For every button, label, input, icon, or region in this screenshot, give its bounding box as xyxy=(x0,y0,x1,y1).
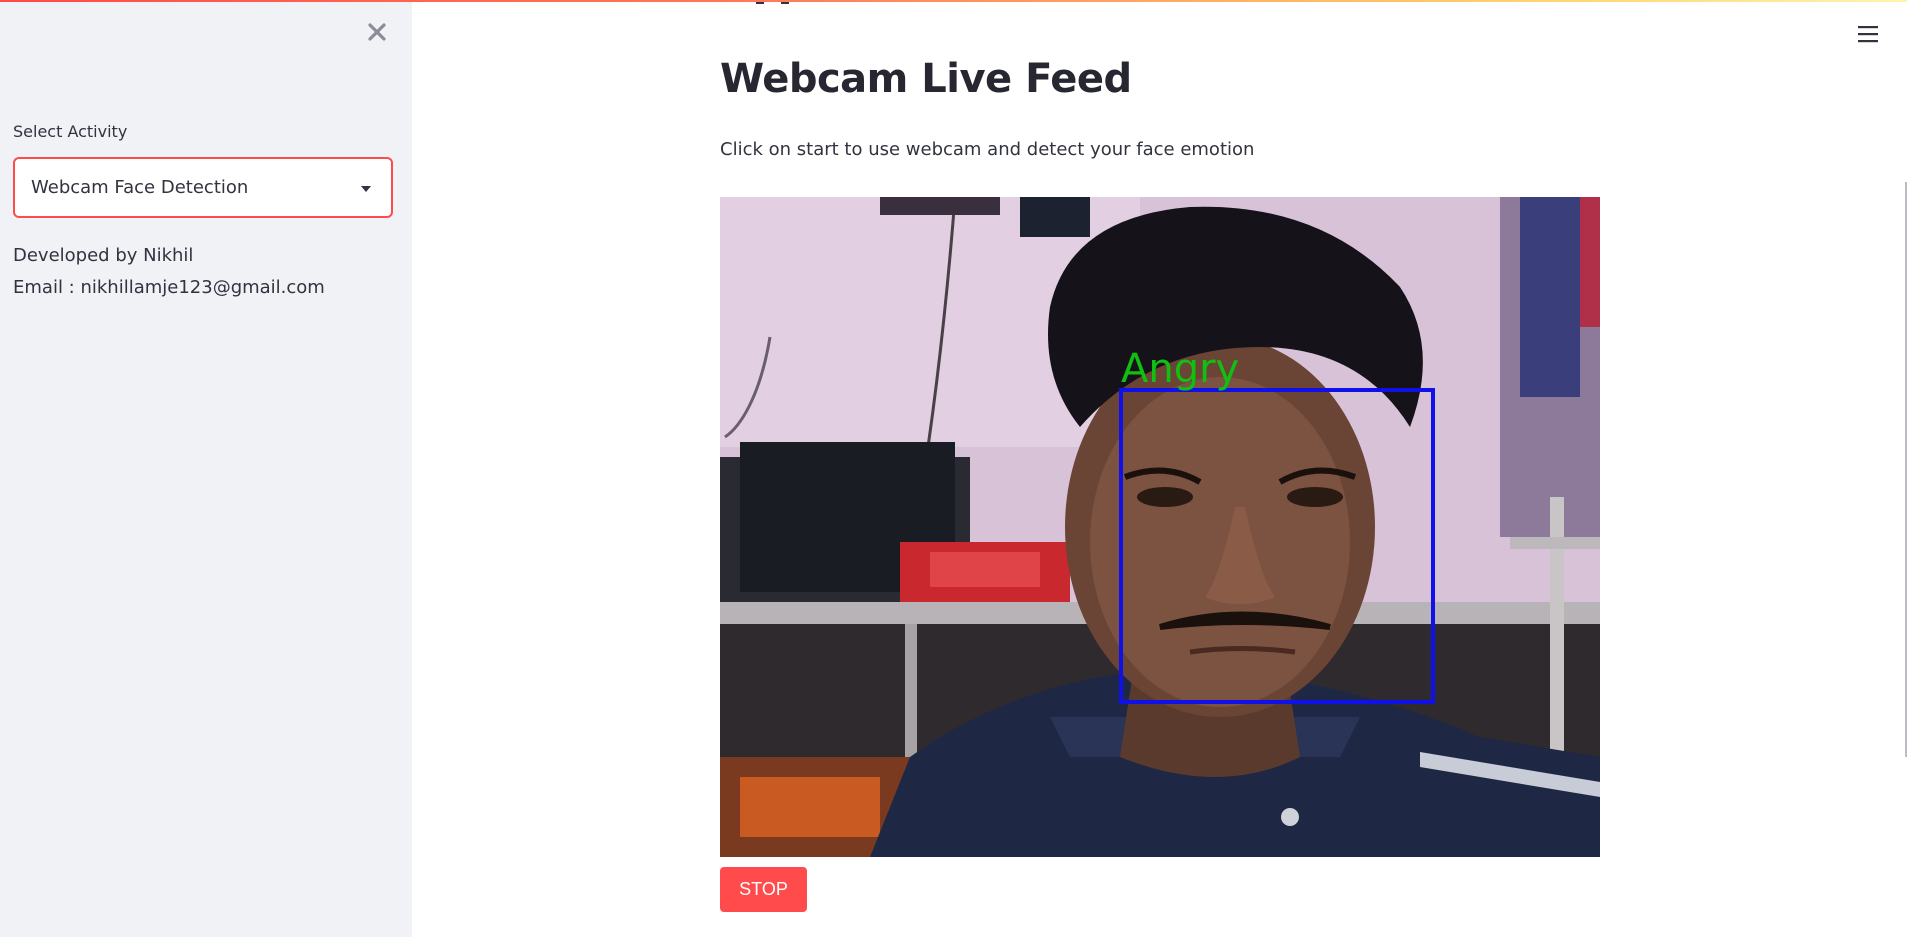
close-sidebar-button[interactable] xyxy=(363,18,391,46)
webcam-frame: Angry xyxy=(720,197,1600,857)
email-text: Email : nikhillamje123@gmail.com xyxy=(13,277,325,298)
detection-label: Angry xyxy=(1121,346,1239,392)
sidebar: Select Activity Webcam Face Detection De… xyxy=(0,0,412,937)
caret-down-icon xyxy=(361,185,371,192)
main-menu-button[interactable] xyxy=(1854,20,1882,48)
stop-button[interactable]: STOP xyxy=(720,867,807,912)
page-title: Webcam Live Feed xyxy=(720,56,1132,102)
select-activity-label: Select Activity xyxy=(13,122,128,141)
page-description: Click on start to use webcam and detect … xyxy=(720,139,1255,160)
top-decoration-bar xyxy=(0,0,1907,2)
activity-select[interactable]: Webcam Face Detection xyxy=(13,157,393,218)
close-icon xyxy=(368,23,386,41)
developer-text: Developed by Nikhil xyxy=(13,245,194,266)
webcam-video-feed: Angry xyxy=(720,197,1600,857)
hamburger-menu-icon xyxy=(1858,26,1878,43)
activity-select-value: Webcam Face Detection xyxy=(31,177,249,198)
